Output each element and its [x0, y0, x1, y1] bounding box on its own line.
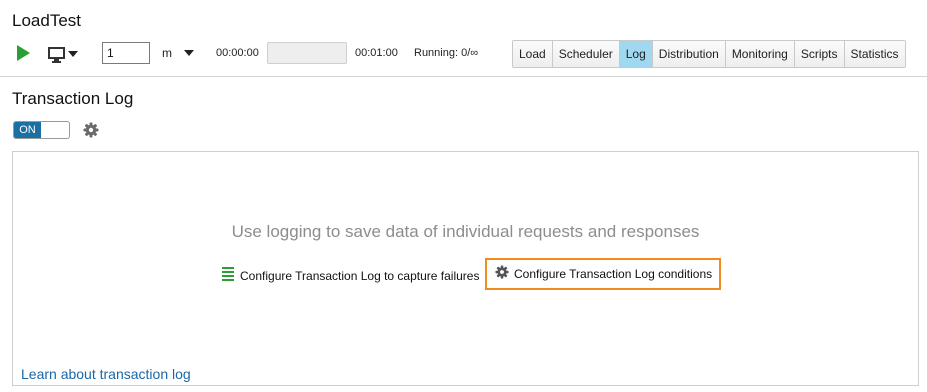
app-title: LoadTest: [12, 11, 81, 30]
tab-monitoring[interactable]: Monitoring: [725, 41, 795, 67]
configure-failures-label: Configure Transaction Log to capture fai…: [240, 269, 480, 283]
logging-toggle[interactable]: ON: [13, 121, 70, 139]
list-icon: [222, 266, 234, 286]
chevron-down-icon: [68, 51, 78, 57]
tab-scripts[interactable]: Scripts: [794, 41, 845, 67]
elapsed-time: 00:00:00: [216, 47, 259, 59]
tab-scheduler[interactable]: Scheduler: [552, 41, 620, 67]
tab-statistics[interactable]: Statistics: [844, 41, 905, 67]
monitor-icon[interactable]: [48, 45, 82, 65]
duration-time: 00:01:00: [355, 47, 398, 59]
tab-distribution[interactable]: Distribution: [652, 41, 726, 67]
toggle-on-label: ON: [14, 122, 41, 138]
divider: [0, 76, 927, 77]
tab-log[interactable]: Log: [619, 41, 653, 67]
transaction-log-panel: Use logging to save data of individual r…: [12, 151, 919, 386]
progress-bar: [267, 42, 347, 64]
play-icon[interactable]: [17, 45, 30, 61]
configure-failures-button[interactable]: Configure Transaction Log to capture fai…: [222, 266, 480, 286]
learn-link[interactable]: Learn about transaction log: [21, 366, 191, 382]
configure-conditions-label: Configure Transaction Log conditions: [514, 267, 713, 281]
tab-load[interactable]: Load: [513, 41, 553, 67]
configure-conditions-button[interactable]: Configure Transaction Log conditions: [485, 258, 721, 290]
gear-icon[interactable]: [83, 122, 99, 138]
unit-select[interactable]: m: [162, 46, 172, 60]
section-title: Transaction Log: [12, 89, 134, 108]
view-tabs: Load Scheduler Log Distribution Monitori…: [512, 40, 906, 68]
running-status: Running: 0/∞: [414, 47, 479, 59]
gear-icon: [495, 264, 509, 284]
toolbar: m 00:00:00 00:01:00 Running: 0/∞ Load Sc…: [0, 40, 927, 70]
quantity-input[interactable]: [102, 42, 150, 64]
chevron-down-icon[interactable]: [184, 50, 194, 56]
empty-state-hint: Use logging to save data of individual r…: [231, 222, 700, 241]
